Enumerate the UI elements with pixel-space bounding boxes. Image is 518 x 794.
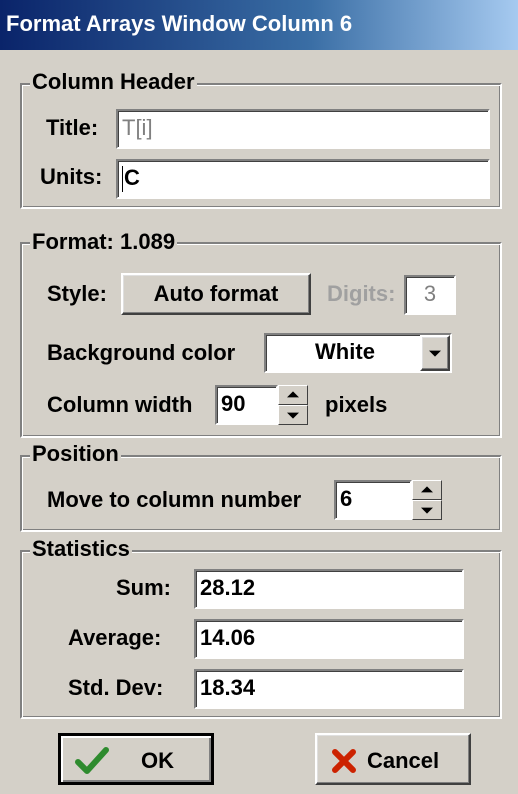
digits-label: Digits: (327, 281, 396, 306)
background-color-label: Background color (47, 340, 236, 365)
cancel-label: Cancel (367, 748, 440, 773)
move-to-column-label: Move to column number (47, 487, 302, 512)
ok-button[interactable]: OK (58, 733, 214, 785)
position-legend: Position (30, 441, 121, 466)
units-field[interactable]: C (116, 159, 490, 199)
title-label: Title: (46, 115, 99, 140)
column-width-field[interactable]: 90 (215, 385, 278, 425)
units-label: Units: (40, 164, 103, 189)
column-header-legend: Column Header (30, 69, 197, 94)
arrow-up-icon (421, 486, 433, 493)
title-field[interactable]: T[i] (116, 109, 490, 149)
format-legend: Format: 1.089 (30, 229, 178, 254)
units-value: C (124, 165, 140, 190)
spin-down-button[interactable] (278, 405, 308, 425)
text-caret (122, 166, 123, 192)
style-button[interactable]: Auto format (121, 273, 311, 315)
column-width-spinner[interactable] (278, 385, 308, 425)
spin-down-button[interactable] (412, 500, 442, 520)
checkmark-icon (75, 747, 109, 774)
pixels-label: pixels (325, 392, 388, 417)
sum-field[interactable]: 28.12 (194, 569, 464, 609)
background-color-select[interactable]: White (264, 333, 452, 373)
chevron-down-icon (429, 350, 441, 357)
window-title: Format Arrays Window Column 6 (6, 11, 353, 36)
arrow-down-icon (421, 507, 433, 514)
digits-field[interactable]: 3 (404, 275, 456, 315)
ok-label: OK (141, 748, 174, 773)
dropdown-arrow-button[interactable] (420, 335, 450, 371)
spin-up-button[interactable] (278, 385, 308, 405)
background-color-value: White (315, 339, 375, 364)
title-bar[interactable]: Format Arrays Window Column 6 (0, 0, 518, 50)
x-icon (332, 749, 356, 773)
move-to-column-spinner[interactable] (412, 480, 442, 520)
average-field[interactable]: 14.06 (194, 619, 464, 659)
std-dev-field[interactable]: 18.34 (194, 669, 464, 709)
spin-up-button[interactable] (412, 480, 442, 500)
column-width-label: Column width (47, 392, 193, 417)
sum-label: Sum: (116, 575, 171, 600)
style-label: Style: (47, 281, 107, 306)
style-value: Auto format (153, 281, 279, 306)
arrow-down-icon (287, 412, 299, 419)
statistics-legend: Statistics (30, 536, 132, 561)
move-to-column-field[interactable]: 6 (334, 480, 412, 520)
cancel-button[interactable]: Cancel (315, 733, 471, 785)
arrow-up-icon (287, 391, 299, 398)
std-dev-label: Std. Dev: (68, 675, 164, 700)
average-label: Average: (68, 625, 162, 650)
